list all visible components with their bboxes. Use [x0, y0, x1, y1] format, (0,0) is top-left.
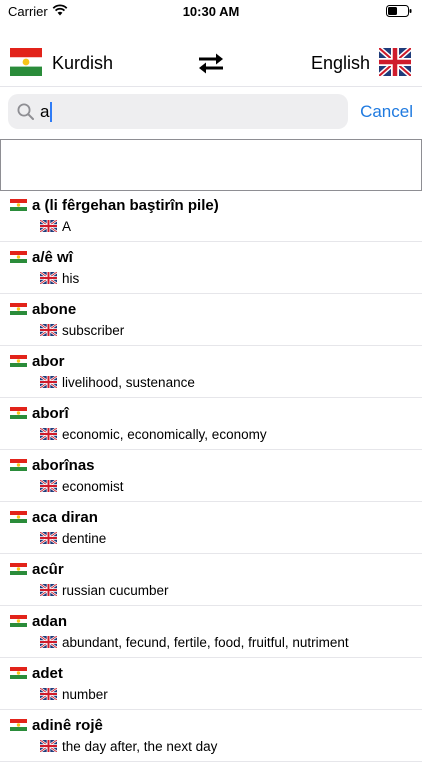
- entry-term: adinê rojê: [32, 717, 103, 734]
- english-flag-icon: [40, 324, 57, 336]
- cancel-button[interactable]: Cancel: [360, 102, 413, 122]
- english-flag-icon: [40, 688, 57, 700]
- list-item[interactable]: a/ê wî his: [0, 242, 422, 294]
- target-language-label[interactable]: English: [311, 53, 370, 74]
- kurdish-flag-icon: [10, 407, 27, 419]
- entry-translation: economist: [62, 479, 124, 494]
- list-item[interactable]: acûr russian cucumber: [0, 554, 422, 606]
- entry-term: adet: [32, 665, 63, 682]
- source-language-label[interactable]: Kurdish: [52, 53, 113, 74]
- search-input[interactable]: a: [8, 94, 348, 129]
- language-bar: Kurdish English: [0, 44, 422, 82]
- entry-translation: abundant, fecund, fertile, food, fruitfu…: [62, 635, 349, 650]
- kurdistan-flag-icon[interactable]: [10, 48, 42, 76]
- list-item[interactable]: aborînas economist: [0, 450, 422, 502]
- entry-term: abone: [32, 301, 77, 318]
- english-flag-icon: [40, 428, 57, 440]
- entry-translation: economic, economically, economy: [62, 427, 267, 442]
- list-item[interactable]: adet number: [0, 658, 422, 710]
- entry-term: aca diran: [32, 509, 98, 526]
- text-cursor: [50, 102, 53, 122]
- entry-translation: his: [62, 271, 80, 286]
- list-item[interactable]: adinê rojê the day after, the next day: [0, 710, 422, 762]
- results-header-box: [0, 139, 422, 191]
- entry-term: a (li fêrgehan baştirîn pile): [32, 197, 219, 214]
- list-item[interactable]: adan abundant, fecund, fertile, food, fru…: [0, 606, 422, 658]
- entry-translation: livelihood, sustenance: [62, 375, 195, 390]
- kurdish-flag-icon: [10, 615, 27, 627]
- search-query[interactable]: a: [40, 102, 53, 122]
- kurdish-flag-icon: [10, 355, 27, 367]
- entry-translation: number: [62, 687, 108, 702]
- uk-flag-icon[interactable]: [379, 48, 411, 76]
- entry-term: a/ê wî: [32, 249, 73, 266]
- kurdish-flag-icon: [10, 199, 27, 211]
- english-flag-icon: [40, 376, 57, 388]
- english-flag-icon: [40, 740, 57, 752]
- entry-term: adan: [32, 613, 68, 630]
- list-item[interactable]: aborî economic, economically, economy: [0, 398, 422, 450]
- kurdish-flag-icon: [10, 303, 27, 315]
- english-flag-icon: [40, 532, 57, 544]
- english-flag-icon: [40, 480, 57, 492]
- list-item[interactable]: aca diran dentine: [0, 502, 422, 554]
- entry-translation: subscriber: [62, 323, 125, 338]
- english-flag-icon: [40, 636, 57, 648]
- kurdish-flag-icon: [10, 251, 27, 263]
- english-flag-icon: [40, 272, 57, 284]
- entry-translation: A: [62, 219, 72, 234]
- list-item[interactable]: abone subscriber: [0, 294, 422, 346]
- english-flag-icon: [40, 584, 57, 596]
- status-bar: Carrier 10:30 AM: [0, 0, 422, 24]
- clock: 10:30 AM: [182, 4, 240, 19]
- battery-icon: [386, 5, 412, 17]
- kurdish-flag-icon: [10, 459, 27, 471]
- entry-translation: the day after, the next day: [62, 739, 218, 754]
- entry-translation: dentine: [62, 531, 107, 546]
- list-item[interactable]: abor livelihood, sustenance: [0, 346, 422, 398]
- kurdish-flag-icon: [10, 719, 27, 731]
- entry-term: abor: [32, 353, 65, 370]
- kurdish-flag-icon: [10, 563, 27, 575]
- kurdish-flag-icon: [10, 511, 27, 523]
- list-item[interactable]: a (li fêrgehan baştirîn pile) A: [0, 190, 422, 242]
- english-flag-icon: [40, 220, 57, 232]
- swap-languages-icon[interactable]: [195, 51, 227, 75]
- entry-term: aborînas: [32, 457, 95, 474]
- search-icon: [17, 103, 34, 120]
- entry-term: acûr: [32, 561, 64, 578]
- kurdish-flag-icon: [10, 667, 27, 679]
- entry-term: aborî: [32, 405, 69, 422]
- entry-translation: russian cucumber: [62, 583, 169, 598]
- search-bar: a Cancel: [0, 86, 422, 137]
- results-list: a (li fêrgehan baştirîn pile) Aa/ê wî his a…: [0, 190, 422, 762]
